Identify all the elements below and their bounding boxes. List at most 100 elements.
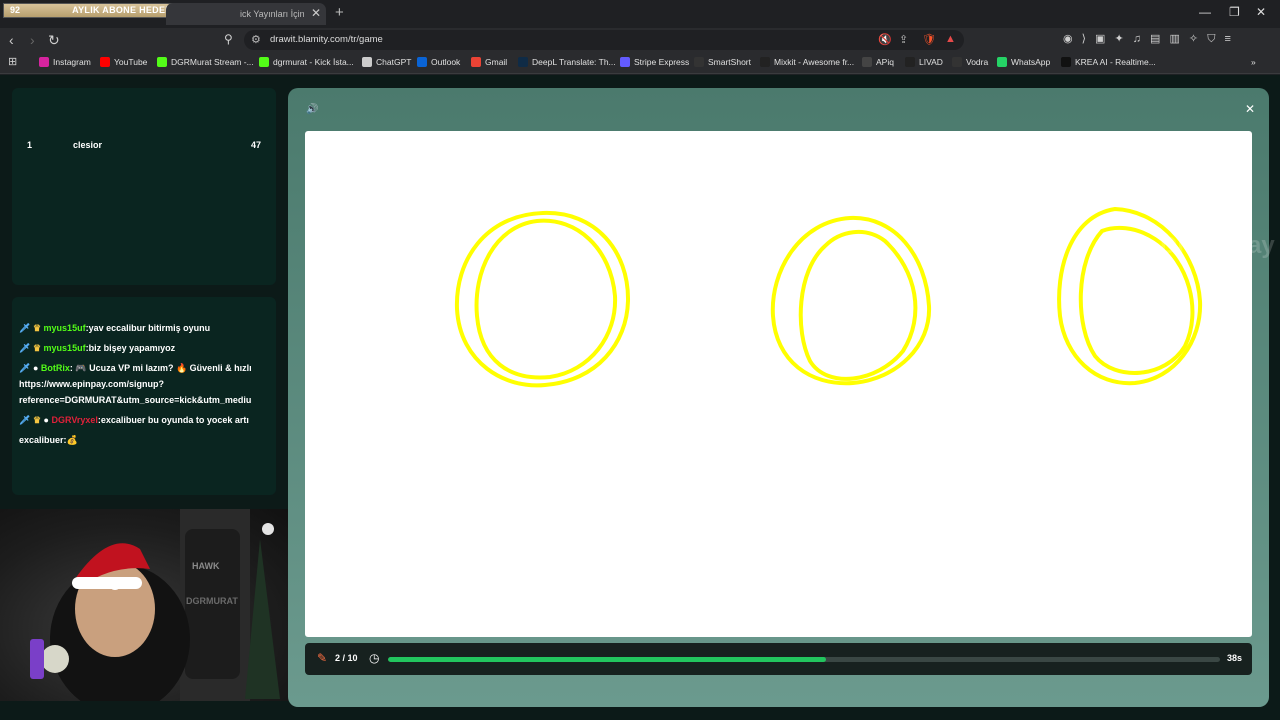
bookmark-instagram[interactable]: Instagram [39,57,91,67]
bookmark-label: Outlook [431,57,461,67]
instagram-icon [39,57,49,67]
chat-message: 🗡 ● BotRix: 🎮 Ucuza VP mi lazım? 🔥 Güven… [19,361,276,376]
chat-text: : 🎮 Ucuza VP mi lazım? 🔥 Güvenli & hızlı [69,363,252,373]
bookmark-label: Vodra [966,57,989,67]
stream-chat-overlay: 🗡 ♛ myus15uf:yav eccalibur bitirmiş oyun… [12,297,276,495]
browser-tab[interactable]: ick Yayınları İçin Ç ✕ [166,3,326,25]
youtube-icon [100,57,110,67]
bookmark-label: YouTube [114,57,148,67]
sword-icon: 🗡 [19,363,31,373]
drawn-circles [454,206,1203,388]
leaderboard-score: 47 [251,140,262,150]
bookmark-mixkit[interactable]: Mixkit - Awesome fr... [760,57,854,67]
forward-icon[interactable]: › [30,32,35,48]
back-icon[interactable]: ‹ [9,32,14,48]
svg-text:HAWK: HAWK [192,561,220,571]
leaderboard-rank: 1 [27,140,33,150]
drawing-canvas[interactable] [305,131,1252,637]
chat-text: :excalibuer bu oyunda to yocek artı [97,415,249,425]
crown-icon: ♛ [32,415,42,425]
bookmark-whatsapp[interactable]: WhatsApp [997,57,1050,67]
time-progress-track [388,657,1220,662]
bookmark-apiq[interactable]: APiq [862,57,894,67]
chat-message: 🗡 ♛ myus15uf:biz bişey yapamıyoz [19,341,276,356]
streamer-image: HAWK DGRMURAT [30,509,280,701]
bookmark-livad[interactable]: LIVAD [905,57,943,67]
shield-icon: ● [43,415,49,425]
livad-icon [905,57,915,67]
share-icon[interactable]: ⇪ [899,33,908,46]
chat-message: 🗡 ♛ myus15uf:yav eccalibur bitirmiş oyun… [19,321,276,336]
stroke-circle-2 [770,215,932,386]
tab-close-icon[interactable]: ✕ [311,6,321,20]
bookmark-smartshort[interactable]: SmartShort [694,57,751,67]
bookmark-label: Gmail [485,57,508,67]
bookmark-vodra[interactable]: Vodra [952,57,988,67]
restore-icon[interactable]: ❐ [1229,5,1240,19]
sword-icon: 🗡 [19,343,31,353]
close-modal-icon[interactable]: ✕ [1245,102,1255,116]
drawing-strokes [454,206,1203,388]
bookmark-stripe[interactable]: Stripe Express [620,57,689,67]
new-tab-icon[interactable]: + [335,4,344,21]
minimize-icon[interactable]: — [1199,5,1211,19]
bookmark-outlook[interactable]: Outlook [417,57,460,67]
window-close-icon[interactable]: ✕ [1256,5,1266,19]
stroke-circle-1 [454,210,631,388]
bookmark-kick-dgrmurat[interactable]: dgrmurat - Kick İsta... [259,57,354,67]
gmail-icon [471,57,481,67]
game-page: 1 clesior 47 🗡 ♛ myus15uf:yav eccalibur … [0,75,1280,720]
bookmark-label: WhatsApp [1011,57,1051,67]
apps-grid-icon[interactable]: ⊞ [8,55,17,68]
sound-icon[interactable]: 🔊 [306,104,318,115]
extensions-area[interactable]: ◉ ⟩ ▣ ✦ ♫ ▤ ▥ ✧ ⛉ ≡ [1063,32,1231,46]
reload-icon[interactable]: ↻ [48,32,60,49]
bookmarks-bar: ⊞ Instagram YouTube DGRMurat Stream -...… [0,52,1280,74]
site-info-icon[interactable]: ⚙ [251,33,261,46]
chat-message: 🗡 ♛ ● DGRVryxel:excalibuer bu oyunda to … [19,413,276,428]
bookmark-label: KREA AI - Realtime... [1075,57,1156,67]
more-bookmarks-icon[interactable]: » [1251,57,1256,67]
bookmark-kick-stream[interactable]: DGRMurat Stream -... [157,57,254,67]
bookmark-chatgpt[interactable]: ChatGPT [362,57,411,67]
smartshort-icon [694,57,704,67]
watermark: Drawitpay [1160,232,1275,259]
bookmark-label: DGRMurat Stream -... [171,57,254,67]
rewards-icon[interactable]: ▲ [945,33,956,45]
tab-title: ick Yayınları İçin Ç [240,9,304,19]
chat-username: myus15uf [43,343,86,353]
vodra-icon [952,57,962,67]
bookmark-gmail[interactable]: Gmail [471,57,507,67]
leaderboard-panel: 1 clesior 47 [12,88,276,285]
bookmark-label: Stripe Express [634,57,690,67]
browser-tab-bar: 92 AYLIK ABONE HEDEFİ 100 ick Yayınları … [0,0,1280,28]
pencil-icon: ✎ [317,651,328,665]
stripe-icon [620,57,630,67]
chat-username: BotRix [40,363,70,373]
kick-icon [157,57,167,67]
leaderboard-player: clesior [73,140,103,150]
crown-icon: ♛ [32,343,42,353]
bookmark-youtube[interactable]: YouTube [100,57,147,67]
outlook-icon [417,57,427,67]
chatgpt-icon [362,57,372,67]
chat-text: :yav eccalibur bitirmiş oyunu [85,323,211,333]
deepl-icon [518,57,528,67]
chat-text: :biz bişey yapamıyoz [85,343,176,353]
sword-icon: 🗡 [19,323,31,333]
mixkit-icon [760,57,770,67]
mute-icon[interactable]: 🔇 [878,33,892,46]
url-text[interactable]: drawit.blamity.com/tr/game [270,34,383,45]
chat-username: myus15uf [43,323,86,333]
bookmark-deepl[interactable]: DeepL Translate: Th... [518,57,616,67]
chat-username: DGRVryxel [51,415,98,425]
brave-shield-icon[interactable]: 🛡 [922,33,936,46]
game-modal: 🔊 ✕ ✎ 2 / 10 ◷ 38s [288,88,1269,707]
bookmark-krea[interactable]: KREA AI - Realtime... [1061,57,1156,67]
time-left: 38s [1226,653,1242,663]
bookmark-label: SmartShort [708,57,751,67]
address-bar[interactable]: ⚙ drawit.blamity.com/tr/game 🔇 ⇪ 🛡 ▲ [244,30,964,50]
bookmark-icon[interactable]: ⚲ [224,32,233,46]
kick-icon [259,57,269,67]
stroke-circle-2b [798,229,918,381]
